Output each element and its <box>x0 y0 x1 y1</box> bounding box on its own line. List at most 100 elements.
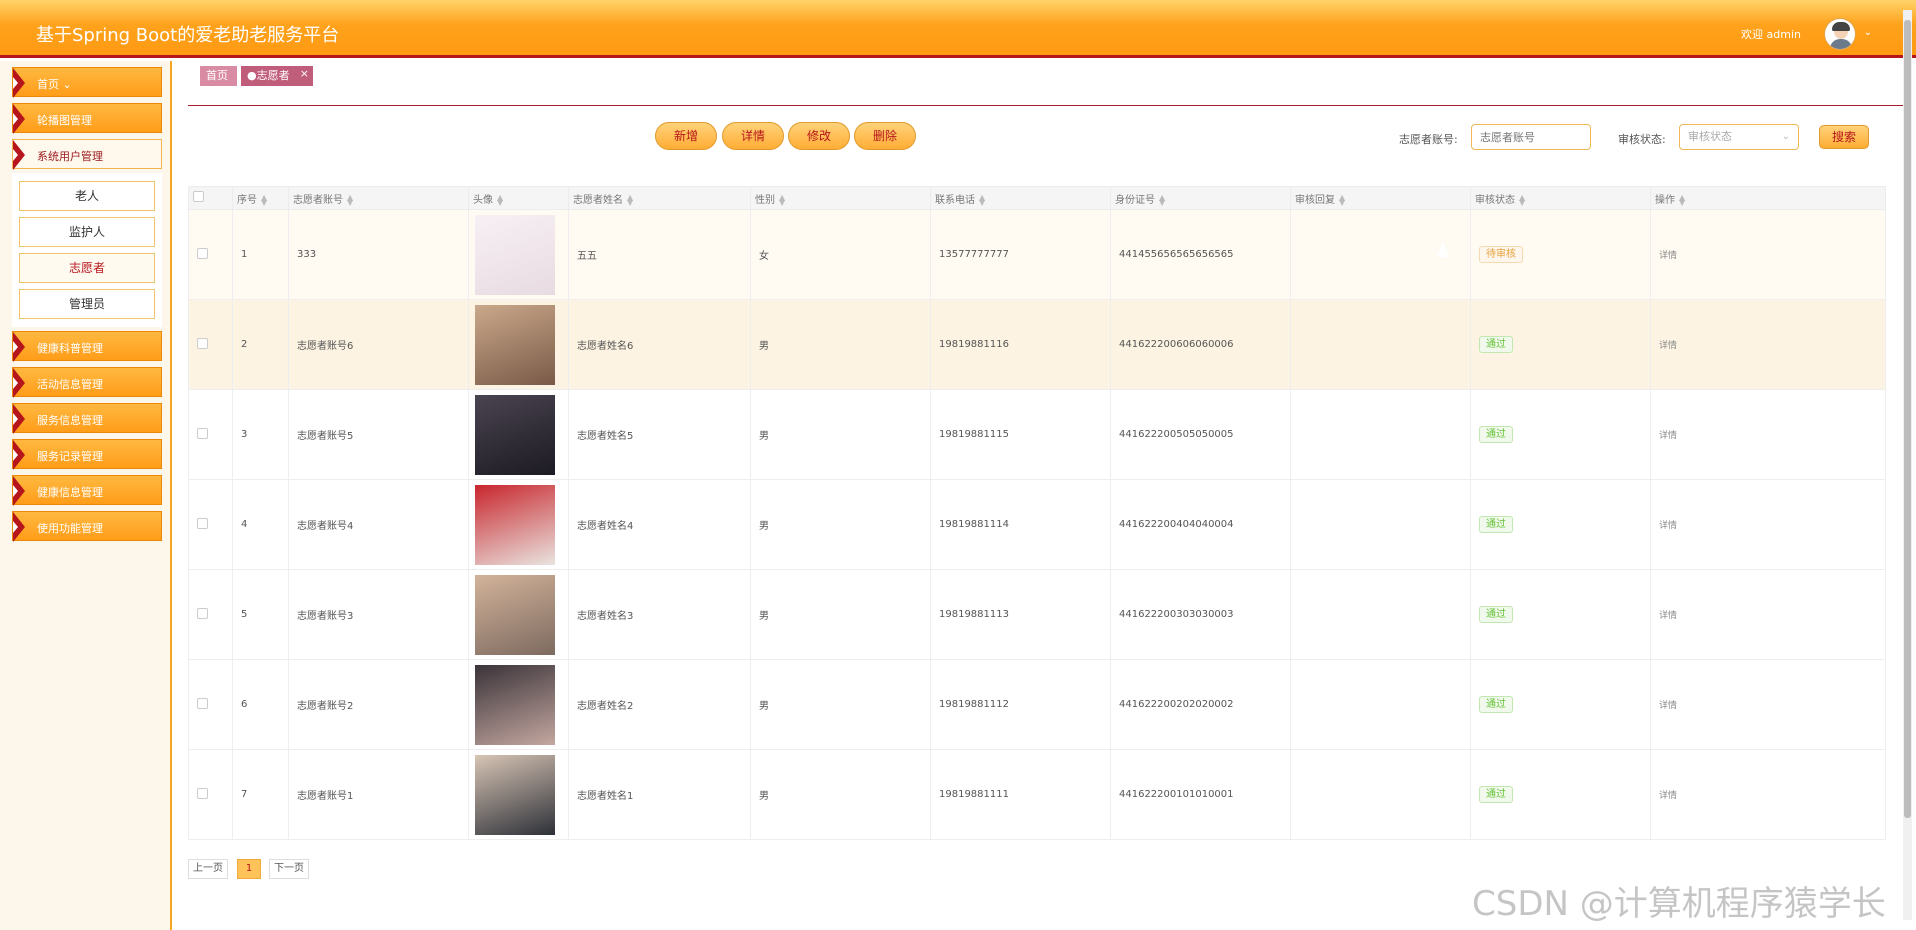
sort-icon[interactable]: ▲ ▼ <box>497 193 503 206</box>
sidebar-item-functions[interactable]: 使用功能管理 <box>12 511 162 542</box>
column-header[interactable]: 操作 ▲ ▼ <box>1650 186 1886 210</box>
sort-icon[interactable]: ▲ ▼ <box>347 193 353 206</box>
arrow-right-icon <box>13 68 25 98</box>
submenu-item-elderly[interactable]: 老人 <box>19 181 155 211</box>
detail-link[interactable]: 详情 <box>1659 431 1677 441</box>
sidebar-item-service-info[interactable]: 服务信息管理 <box>12 403 162 434</box>
row-checkbox[interactable] <box>197 337 208 349</box>
row-select-cell[interactable] <box>188 479 233 570</box>
delete-button[interactable]: 删除 <box>854 122 916 150</box>
detail-link[interactable]: 详情 <box>1659 791 1677 801</box>
sort-icon[interactable]: ▲ ▼ <box>779 193 785 206</box>
scrollbar[interactable] <box>1903 10 1912 920</box>
cell-reply <box>1290 569 1471 660</box>
cell-name: 五五 <box>568 209 751 300</box>
column-header[interactable]: 审核状态 ▲ ▼ <box>1470 186 1651 210</box>
detail-link[interactable]: 详情 <box>1659 341 1677 351</box>
sidebar-item-label: 服务记录管理 <box>37 450 103 463</box>
column-header[interactable]: 身份证号 ▲ ▼ <box>1110 186 1291 210</box>
sidebar-item-home[interactable]: 首页 ⌄ <box>12 67 162 98</box>
row-select-cell[interactable] <box>188 749 233 840</box>
column-header[interactable]: 性别 ▲ ▼ <box>750 186 931 210</box>
table-row[interactable]: 1 333 五五女 13577777777 441455656565656565 待审核 详… <box>188 209 1886 300</box>
row-checkbox[interactable] <box>197 607 208 619</box>
sort-icon[interactable]: ▲ ▼ <box>627 193 633 206</box>
detail-button[interactable]: 详情 <box>722 122 784 150</box>
row-select-cell[interactable] <box>188 209 233 300</box>
cell-no: 4 <box>232 479 289 570</box>
chevron-down-icon[interactable]: ⌄ <box>1864 27 1872 38</box>
cell-idcard: 441622200303030003 <box>1110 569 1291 660</box>
row-select-cell[interactable] <box>188 389 233 480</box>
account-search-input[interactable] <box>1471 124 1591 150</box>
avatar-image <box>475 214 555 295</box>
sidebar-item-label: 轮播图管理 <box>37 114 92 127</box>
cell-action: 详情 <box>1650 749 1886 840</box>
avatar-image <box>475 394 555 475</box>
cell-status: 待审核 <box>1470 209 1651 300</box>
next-page-button[interactable]: 下一页 <box>269 859 309 879</box>
column-header[interactable]: 审核回复 ▲ ▼ <box>1290 186 1471 210</box>
close-icon[interactable]: × <box>300 64 309 84</box>
cell-no: 5 <box>232 569 289 660</box>
select-all-checkbox[interactable] <box>193 191 204 202</box>
sort-icon[interactable]: ▲ ▼ <box>979 193 985 206</box>
sidebar-item-carousel[interactable]: 轮播图管理 <box>12 103 162 134</box>
row-checkbox[interactable] <box>197 247 208 259</box>
table-row[interactable]: 6 志愿者账号2 志愿者姓名2 男 19819881112 441622200202020… <box>188 659 1886 750</box>
row-select-cell[interactable] <box>188 299 233 390</box>
edit-button[interactable]: 修改 <box>788 122 850 150</box>
submenu-item-guardian[interactable]: 监护人 <box>19 217 155 247</box>
tab-volunteer[interactable]: ●志愿者 × <box>241 66 313 86</box>
row-select-cell[interactable] <box>188 569 233 660</box>
select-all-cell[interactable] <box>188 186 233 210</box>
detail-link[interactable]: 详情 <box>1659 701 1677 711</box>
sort-icon[interactable]: ▲ ▼ <box>1679 193 1685 206</box>
sort-icon[interactable]: ▲ ▼ <box>1519 193 1525 206</box>
scrollbar-thumb[interactable] <box>1904 20 1911 818</box>
submenu-item-admin[interactable]: 管理员 <box>19 289 155 319</box>
sort-icon[interactable]: ▲ ▼ <box>261 193 267 206</box>
cell-no: 1 <box>232 209 289 300</box>
row-checkbox[interactable] <box>197 427 208 439</box>
page-1-button[interactable]: 1 <box>237 859 261 879</box>
sidebar-item-label: 健康科普管理 <box>37 342 103 355</box>
column-header[interactable]: 志愿者姓名 ▲ ▼ <box>568 186 751 210</box>
sort-icon[interactable]: ▲ ▼ <box>1159 193 1165 206</box>
detail-link[interactable]: 详情 <box>1659 521 1677 531</box>
column-header[interactable]: 头像 ▲ ▼ <box>468 186 569 210</box>
table-row[interactable]: 5 志愿者账号3 志愿者姓名3 男 19819881113 441622200303030… <box>188 569 1886 660</box>
row-checkbox[interactable] <box>197 697 208 709</box>
submenu-item-volunteer[interactable]: 志愿者 <box>19 253 155 283</box>
search-button[interactable]: 搜索 <box>1819 125 1869 149</box>
add-button[interactable]: 新增 <box>655 122 717 150</box>
table-row[interactable]: 4 志愿者账号4 志愿者姓名4 男 19819881114 441622200404040… <box>188 479 1886 570</box>
sidebar-item-system-users[interactable]: 系统用户管理 <box>12 139 162 170</box>
table-row[interactable]: 7 志愿者账号1 志愿者姓名1 男 19819881111 441622200101010… <box>188 749 1886 840</box>
user-avatar[interactable] <box>1824 18 1856 50</box>
row-checkbox[interactable] <box>197 517 208 529</box>
sidebar-item-label: 首页 ⌄ <box>37 78 72 91</box>
cell-no: 6 <box>232 659 289 750</box>
table-row[interactable]: 2 志愿者账号6 志愿者姓名6 男 19819881116 441622200606060… <box>188 299 1886 390</box>
status-select[interactable]: 审核状态 ⌄ <box>1679 124 1799 150</box>
table-row[interactable]: 3 志愿者账号5 志愿者姓名5 男 19819881115 441622200505050… <box>188 389 1886 480</box>
chevron-down-icon: ⌄ <box>1781 131 1790 142</box>
sidebar-item-health-science[interactable]: 健康科普管理 <box>12 331 162 362</box>
sort-icon[interactable]: ▲ ▼ <box>1339 193 1345 206</box>
column-header[interactable]: 志愿者账号 ▲ ▼ <box>288 186 469 210</box>
tab-home[interactable]: 首页 <box>200 66 237 86</box>
prev-page-button[interactable]: 上一页 <box>188 859 228 879</box>
column-header[interactable]: 序号 ▲ ▼ <box>232 186 289 210</box>
row-checkbox[interactable] <box>197 787 208 799</box>
detail-link[interactable]: 详情 <box>1659 251 1677 261</box>
row-select-cell[interactable] <box>188 659 233 750</box>
sidebar-item-label: 服务信息管理 <box>37 414 103 427</box>
status-badge: 通过 <box>1479 426 1513 443</box>
sidebar-item-health-info[interactable]: 健康信息管理 <box>12 475 162 506</box>
sidebar-item-service-record[interactable]: 服务记录管理 <box>12 439 162 470</box>
detail-link[interactable]: 详情 <box>1659 611 1677 621</box>
column-header[interactable]: 联系电话 ▲ ▼ <box>930 186 1111 210</box>
sidebar-item-activity[interactable]: 活动信息管理 <box>12 367 162 398</box>
cell-name: 志愿者姓名2 <box>568 659 751 750</box>
